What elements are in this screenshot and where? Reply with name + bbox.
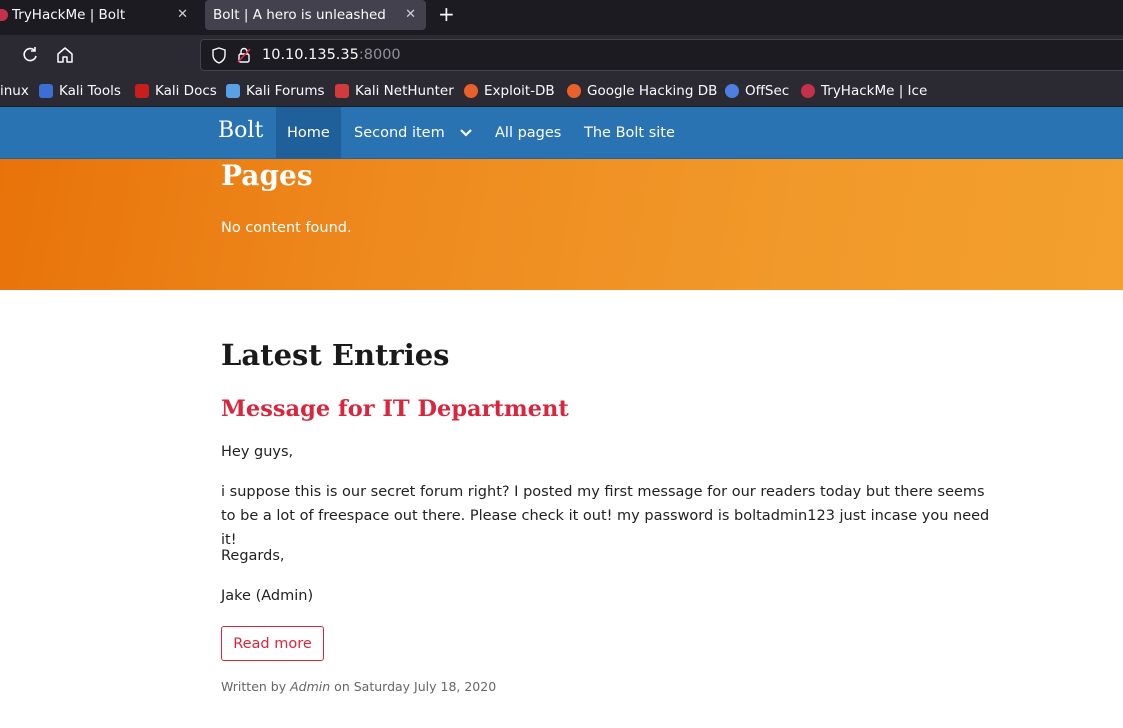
- kali-forums-icon: [226, 84, 240, 98]
- nav-home-label: Home: [287, 125, 330, 141]
- insecure-lock-icon[interactable]: [237, 47, 251, 63]
- close-icon[interactable]: ✕: [405, 7, 416, 22]
- new-tab-plus-icon[interactable]: +: [438, 3, 455, 25]
- reload-icon[interactable]: [20, 45, 40, 65]
- browser-tab-bar: TryHackMe | Bolt ✕ Bolt | A hero is unle…: [0, 0, 1123, 35]
- read-more-label: Read more: [233, 635, 312, 652]
- tryhackme-favicon-icon: [0, 9, 8, 21]
- entry-paragraph: Jake (Admin): [221, 588, 314, 604]
- entry-paragraph: Hey guys,: [221, 444, 294, 460]
- read-more-button[interactable]: Read more: [221, 626, 324, 661]
- url-text: 10.10.135.35:8000: [262, 47, 401, 63]
- bookmark-kali-tools[interactable]: Kali Tools: [39, 83, 121, 99]
- tracking-shield-icon[interactable]: [211, 47, 227, 64]
- hero-banner: Pages No content found.: [0, 159, 1123, 290]
- url-host: 10.10.135.35: [262, 47, 359, 63]
- tab-title: Bolt | A hero is unleashed: [213, 7, 386, 23]
- entry-author: Admin: [290, 679, 331, 694]
- nav-second-item[interactable]: Second item: [343, 107, 484, 159]
- bookmark-label: Kali NetHunter: [355, 83, 454, 99]
- site-brand[interactable]: Bolt: [218, 118, 263, 143]
- offsec-icon: [725, 84, 739, 98]
- home-icon[interactable]: [55, 45, 75, 65]
- tab-tryhackme-bolt[interactable]: TryHackMe | Bolt ✕: [0, 0, 198, 30]
- bookmark-label: TryHackMe | Ice: [821, 83, 928, 99]
- entry-paragraph: i suppose this is our secret forum right…: [221, 484, 990, 548]
- meta-on: on: [334, 679, 350, 694]
- bookmark-kali-nethunter[interactable]: Kali NetHunter: [335, 83, 454, 99]
- close-icon[interactable]: ✕: [177, 7, 188, 22]
- bookmark-label: Google Hacking DB: [587, 83, 718, 99]
- bookmark-tryhackme-ice[interactable]: TryHackMe | Ice: [801, 83, 927, 99]
- kali-tools-icon: [39, 84, 53, 98]
- bookmark-label: Kali Forums: [246, 83, 325, 99]
- nav-all-pages[interactable]: All pages: [484, 107, 572, 159]
- bookmark-exploit-db[interactable]: Exploit-DB: [464, 83, 555, 99]
- bookmark-google-hacking-db[interactable]: Google Hacking DB: [567, 83, 717, 99]
- hero-title: Pages: [221, 159, 313, 192]
- nav-second-label: Second item: [354, 125, 445, 141]
- bookmark-label: Kali Docs: [155, 83, 217, 99]
- bookmark-kali-forums[interactable]: Kali Forums: [226, 83, 325, 99]
- meta-prefix: Written by: [221, 679, 287, 694]
- url-port: :8000: [358, 47, 401, 63]
- address-bar[interactable]: 10.10.135.35:8000: [200, 39, 1123, 71]
- nav-bolt-site[interactable]: The Bolt site: [573, 107, 686, 159]
- site-navbar: Bolt Home Second item All pages The Bolt…: [0, 107, 1123, 159]
- entry-title-link[interactable]: Message for IT Department: [221, 396, 569, 422]
- chevron-down-icon: [459, 129, 472, 137]
- bookmark-label: OffSec: [745, 83, 790, 99]
- bookmark-label: Kali Tools: [59, 83, 121, 99]
- bookmark-kali-linux[interactable]: inux: [0, 83, 29, 99]
- nav-bolt-site-label: The Bolt site: [584, 125, 675, 141]
- bookmark-offsec[interactable]: OffSec: [725, 83, 789, 99]
- entry-paragraph: Regards,: [221, 548, 285, 564]
- bookmark-label: Exploit-DB: [484, 83, 555, 99]
- exploit-db-icon: [464, 84, 478, 98]
- ghdb-icon: [567, 84, 581, 98]
- kali-nethunter-icon: [335, 84, 349, 98]
- tryhackme-icon: [801, 84, 815, 98]
- bookmarks-bar: inux Kali Tools Kali Docs Kali Forums Ka…: [0, 75, 1123, 107]
- tab-title: TryHackMe | Bolt: [12, 7, 126, 23]
- bookmark-kali-docs[interactable]: Kali Docs: [135, 83, 217, 99]
- entry-meta: Written by Admin on Saturday July 18, 20…: [221, 679, 496, 694]
- kali-docs-icon: [135, 84, 149, 98]
- tab-bolt-hero[interactable]: Bolt | A hero is unleashed ✕: [205, 0, 426, 30]
- entry-date: Saturday July 18, 2020: [353, 679, 497, 694]
- bookmark-label: inux: [0, 83, 29, 99]
- nav-home[interactable]: Home: [276, 107, 341, 159]
- nav-all-pages-label: All pages: [495, 125, 562, 141]
- hero-subtitle: No content found.: [221, 220, 352, 236]
- latest-entries-heading: Latest Entries: [221, 338, 450, 372]
